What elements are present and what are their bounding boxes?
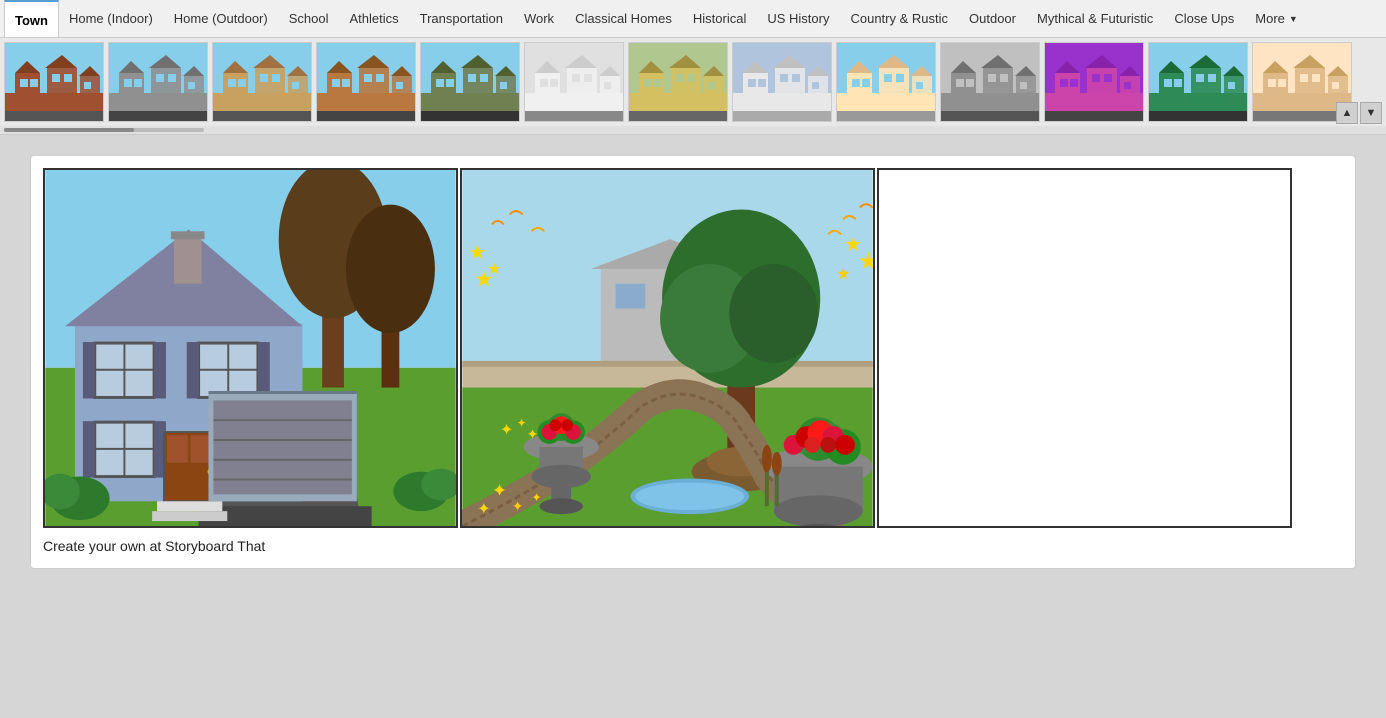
- main-area: ✦ ✦ ✦ ✦ ✦ ✦ ✦ ✦ ✦ ✦ ⌒ ⌒: [0, 135, 1386, 635]
- thumbnail-12[interactable]: [1148, 42, 1248, 122]
- nav-tab-more[interactable]: More: [1245, 0, 1309, 38]
- nav-tab-athletics[interactable]: Athletics: [339, 0, 409, 38]
- nav-tab-home-outdoor[interactable]: Home (Outdoor): [164, 0, 279, 38]
- thumbnail-7[interactable]: [628, 42, 728, 122]
- thumbnail-11[interactable]: [1044, 42, 1144, 122]
- arrow-controls: ▲ ▼: [1336, 102, 1382, 124]
- category-navbar: TownHome (Indoor)Home (Outdoor)SchoolAth…: [0, 0, 1386, 38]
- nav-tab-country-rustic[interactable]: Country & Rustic: [840, 0, 959, 38]
- nav-tab-outdoor[interactable]: Outdoor: [959, 0, 1027, 38]
- thumbnail-2[interactable]: [108, 42, 208, 122]
- scroll-up-button[interactable]: ▲: [1336, 102, 1358, 124]
- thumbnail-9[interactable]: [836, 42, 936, 122]
- nav-tab-home-indoor[interactable]: Home (Indoor): [59, 0, 164, 38]
- thumbnail-6[interactable]: [524, 42, 624, 122]
- thumbnail-5[interactable]: [420, 42, 520, 122]
- scroll-thumb: [4, 128, 134, 132]
- svg-text:✦: ✦: [527, 426, 539, 442]
- thumbnail-1[interactable]: [4, 42, 104, 122]
- scroll-track: [4, 128, 204, 132]
- nav-tab-close-ups[interactable]: Close Ups: [1164, 0, 1245, 38]
- svg-text:✦: ✦: [532, 490, 542, 504]
- svg-text:★: ★: [858, 249, 873, 275]
- svg-text:★: ★: [468, 242, 486, 264]
- svg-text:★: ★: [836, 266, 850, 283]
- svg-text:✦: ✦: [517, 416, 527, 430]
- panels-row: ✦ ✦ ✦ ✦ ✦ ✦ ✦ ✦ ✦ ✦ ⌒ ⌒: [43, 168, 1343, 528]
- svg-text:★: ★: [474, 267, 494, 292]
- nav-tab-town[interactable]: Town: [4, 0, 59, 38]
- panel-3[interactable]: [877, 168, 1292, 528]
- svg-text:✦: ✦: [512, 498, 524, 514]
- nav-tab-school[interactable]: School: [279, 0, 340, 38]
- svg-text:✦: ✦: [477, 501, 490, 518]
- svg-text:✦: ✦: [492, 480, 507, 500]
- thumbnail-10[interactable]: [940, 42, 1040, 122]
- panel-2[interactable]: ✦ ✦ ✦ ✦ ✦ ✦ ✦ ✦ ✦ ✦ ⌒ ⌒: [460, 168, 875, 528]
- scroll-down-button[interactable]: ▼: [1360, 102, 1382, 124]
- thumbnail-strip[interactable]: [0, 38, 1386, 126]
- nav-tab-classical-homes[interactable]: Classical Homes: [565, 0, 683, 38]
- caption-text: Create your own at Storyboard That: [43, 538, 265, 554]
- nav-tab-work[interactable]: Work: [514, 0, 565, 38]
- nav-tab-mythical-futuristic[interactable]: Mythical & Futuristic: [1027, 0, 1164, 38]
- thumbnail-4[interactable]: [316, 42, 416, 122]
- nav-tab-transportation[interactable]: Transportation: [410, 0, 514, 38]
- nav-tab-historical[interactable]: Historical: [683, 0, 757, 38]
- flower-star: ✦: [500, 422, 513, 439]
- thumbnail-8[interactable]: [732, 42, 832, 122]
- thumbnail-3[interactable]: [212, 42, 312, 122]
- panel-1[interactable]: [43, 168, 458, 528]
- scroll-indicator: [0, 126, 1386, 134]
- caption-bar: Create your own at Storyboard That: [43, 536, 1343, 556]
- thumbnail-strip-wrapper: ▲ ▼: [0, 38, 1386, 135]
- storyboard-container: ✦ ✦ ✦ ✦ ✦ ✦ ✦ ✦ ✦ ✦ ⌒ ⌒: [30, 155, 1356, 569]
- nav-tab-us-history[interactable]: US History: [757, 0, 840, 38]
